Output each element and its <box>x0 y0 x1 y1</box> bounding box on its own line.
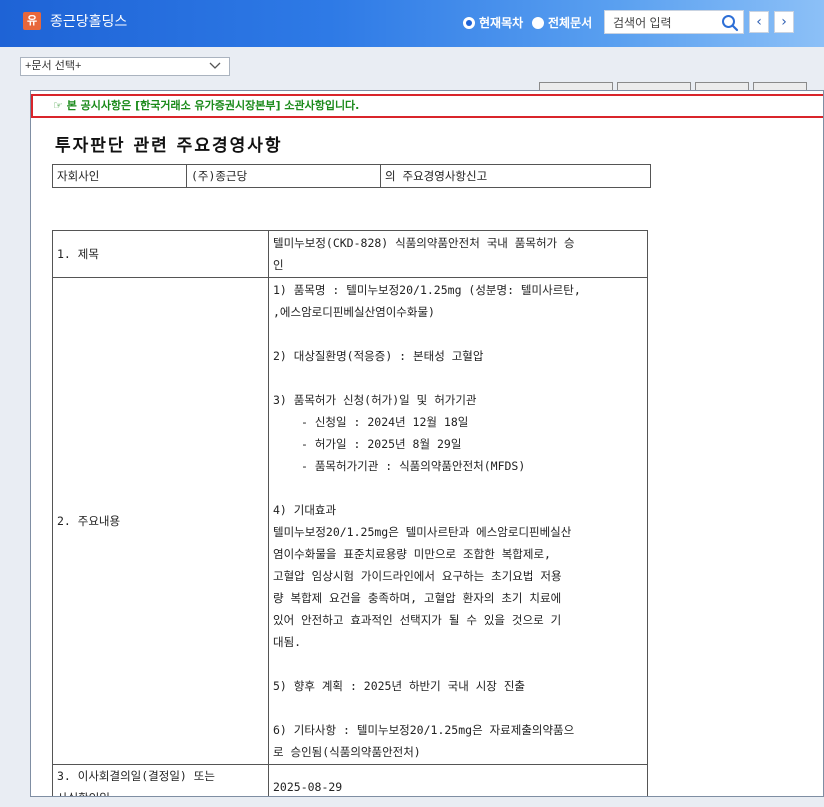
chevron-down-icon <box>209 62 221 69</box>
content-line: - 신청일 : 2024년 12월 18일 <box>301 415 469 429</box>
content-line: 고혈압 임상시험 가이드라인에서 요구하는 초기요법 저용 <box>273 569 562 583</box>
radio-checked-icon[interactable] <box>463 16 475 29</box>
info-cell-report: 의 주요경영사항신고 <box>380 164 651 188</box>
content-line: 로 승인됨(식품의약품안전처) <box>273 745 421 759</box>
content-line: 있어 안전하고 효과적인 선택지가 될 수 있을 것으로 기 <box>273 613 562 627</box>
row-main-content-label: 2. 주요내용 <box>52 277 269 765</box>
document-viewer: ☞ 본 공시사항은 [한국거래소 유가증권시장본부] 소관사항입니다. 투자판단… <box>30 90 824 797</box>
content-line: 2) 대상질환명(적응증) : 본태성 고혈압 <box>273 349 484 363</box>
content-line: 량 복합제 요건을 충족하며, 고혈압 환자의 초기 치료에 <box>273 591 562 605</box>
document-select-value: +문서 선택+ <box>25 60 82 72</box>
top-bar: 유 종근당홀딩스 현재목차 전체문서 검색어 입력 ‹ › <box>0 0 824 47</box>
content-line: 5) 향후 계획 : 2025년 하반기 국내 시장 진출 <box>273 679 525 693</box>
radio-current-toc[interactable]: 현재목차 <box>463 14 523 31</box>
row-title-value-line2: 인 <box>273 258 284 272</box>
radio-all-docs[interactable]: 전체문서 <box>532 14 592 31</box>
radio-all-label: 전체문서 <box>548 16 593 30</box>
board-date-label-line1: 3. 이사회결의일(결정일) 또는 <box>57 769 215 783</box>
content-line: 4) 기대효과 <box>273 503 337 517</box>
content-line <box>273 697 643 719</box>
content-line: - 품목허가기관 : 식품의약품안전처(MFDS) <box>301 459 526 473</box>
main-table: 1. 제목 텔미누보정(CKD-828) 식품의약품안전처 국내 품목허가 승 … <box>52 230 648 796</box>
next-button[interactable]: › <box>774 11 794 33</box>
company-name: 종근당홀딩스 <box>50 13 128 29</box>
document-select[interactable]: +문서 선택+ <box>20 57 230 76</box>
row-main-content-value: 1) 품목명 : 텔미누보정20/1.25mg (성분명: 텔미사르탄, ,에스… <box>268 277 648 765</box>
row-board-date-label: 3. 이사회결의일(결정일) 또는 사실확인일 <box>52 764 269 796</box>
content-line: ,에스암로디핀베실산염이수화물) <box>273 305 435 319</box>
radio-unchecked-icon[interactable] <box>532 16 544 29</box>
content-line: 텔미누보정20/1.25mg은 텔미사르탄과 에스암로디핀베실산 <box>273 525 572 539</box>
content-line: 3) 품목허가 신청(허가)일 및 허가기관 <box>273 393 477 407</box>
content-line: 염이수화물을 표준치료용량 미만으로 조합한 복합제로, <box>273 547 551 561</box>
radio-current-label: 현재목차 <box>479 16 524 30</box>
content-line <box>273 323 643 345</box>
content-line: - 허가일 : 2025년 8월 29일 <box>301 437 462 451</box>
notice-banner: ☞ 본 공시사항은 [한국거래소 유가증권시장본부] 소관사항입니다. <box>31 94 823 118</box>
content-line: 대됨. <box>273 635 302 649</box>
row-title-label: 1. 제목 <box>52 230 269 278</box>
prev-button[interactable]: ‹ <box>749 11 769 33</box>
content-line: 6) 기타사항 : 텔미누보정20/1.25mg은 자료제출의약품으 <box>273 723 575 737</box>
row-title-value-line1: 텔미누보정(CKD-828) 식품의약품안전처 국내 품목허가 승 <box>273 236 575 250</box>
info-cell-subsidiary: 자회사인 <box>52 164 187 188</box>
content-line <box>273 477 643 499</box>
content-line <box>273 653 643 675</box>
page-title: 투자판단 관련 주요경영사항 <box>55 136 283 156</box>
board-date-label-line2: 사실확인일 <box>57 787 264 796</box>
logo-icon: 유 <box>23 12 41 30</box>
row-board-date-value: 2025-08-29 <box>268 764 648 796</box>
info-table: 자회사인 (주)종근당 의 주요경영사항신고 <box>52 164 651 188</box>
search-input[interactable]: 검색어 입력 <box>604 10 744 34</box>
content-line <box>273 367 643 389</box>
search-placeholder: 검색어 입력 <box>613 16 672 30</box>
search-icon[interactable] <box>721 14 739 32</box>
info-cell-company: (주)종근당 <box>186 164 381 188</box>
content-line: 1) 품목명 : 텔미누보정20/1.25mg (성분명: 텔미사르탄, <box>273 283 581 297</box>
